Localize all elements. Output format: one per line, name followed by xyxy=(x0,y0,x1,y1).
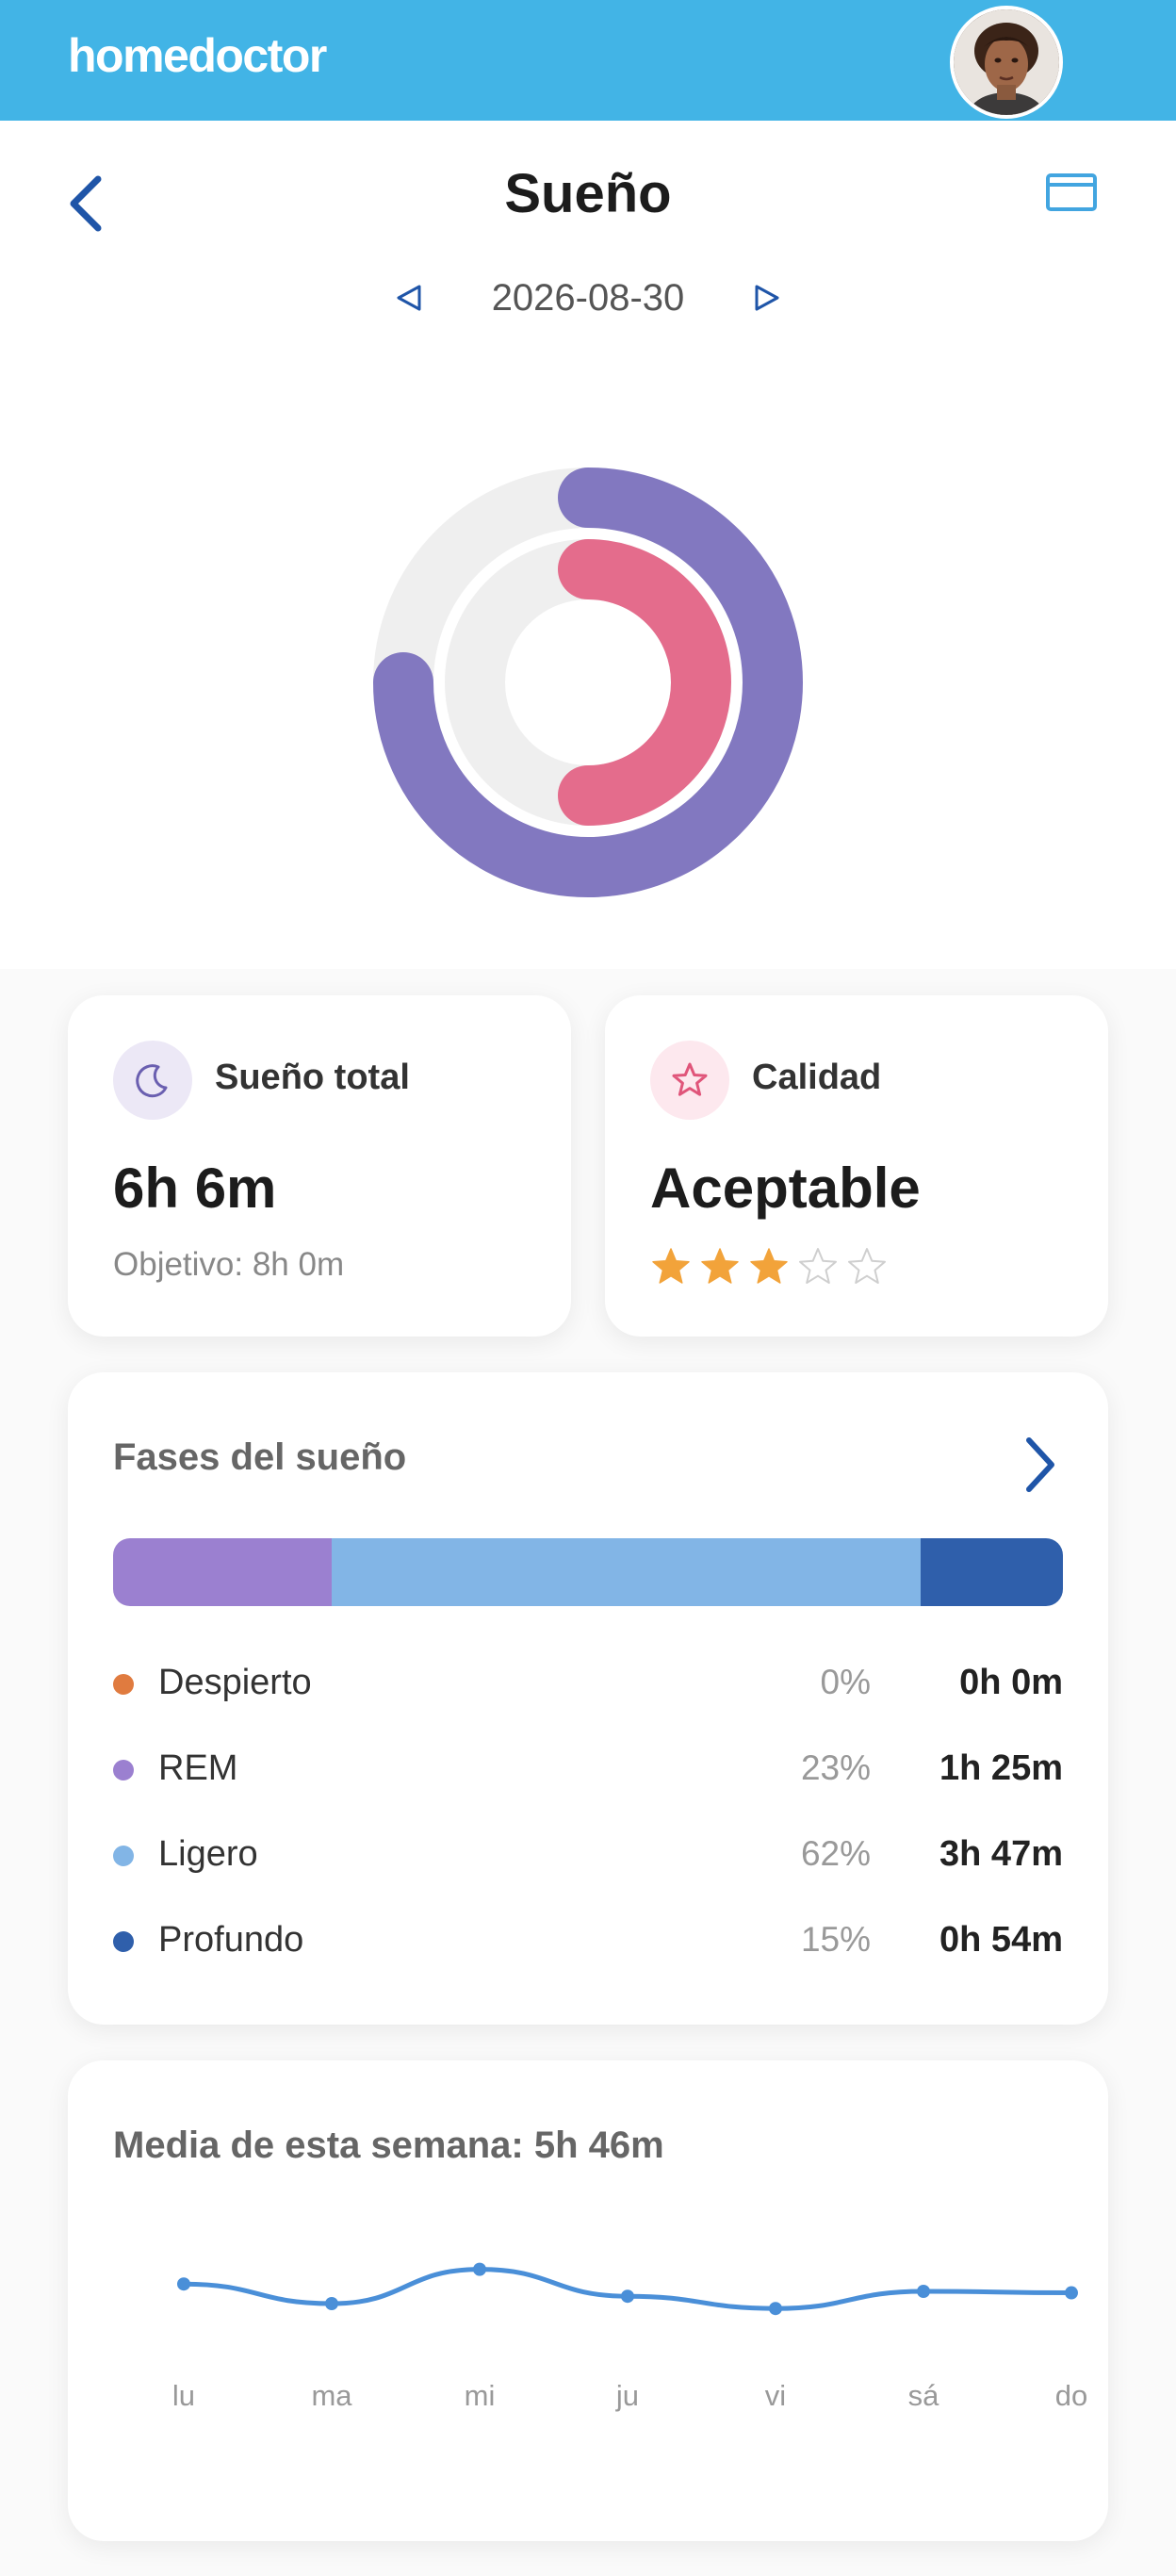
phase-duration: 0h 0m xyxy=(959,1663,1063,1702)
phase-row: Despierto 0% 0h 0m xyxy=(113,1657,1063,1710)
phase-row: Ligero 62% 3h 47m xyxy=(113,1829,1063,1881)
total-sleep-label: Sueño total xyxy=(215,1058,410,1097)
phase-percentage: 23% xyxy=(800,1748,871,1787)
star-icon xyxy=(672,1062,708,1096)
triangle-left-icon xyxy=(397,285,421,311)
day-label: ju xyxy=(615,2379,640,2412)
phase-row: REM 23% 1h 25m xyxy=(113,1743,1063,1796)
phase-segment-rem xyxy=(113,1538,332,1606)
phase-percentage: 62% xyxy=(800,1834,871,1873)
phase-name: Profundo xyxy=(158,1920,304,1960)
total-sleep-card[interactable]: Sueño total 6h 6m Objetivo: 8h 0m xyxy=(68,995,571,1337)
day-label: ma xyxy=(311,2379,352,2412)
star-icon-badge xyxy=(650,1041,729,1120)
phase-percentage: 0% xyxy=(820,1663,871,1701)
phase-name: Ligero xyxy=(158,1834,258,1874)
page-title: Sueño xyxy=(504,163,672,224)
phases-detail-button[interactable] xyxy=(1014,1427,1067,1502)
phase-distribution-bar xyxy=(113,1538,1063,1606)
quality-label: Calidad xyxy=(752,1058,882,1097)
date-navigator: 2026-08-30 xyxy=(0,271,1176,324)
sleep-goal: Objetivo: 8h 0m xyxy=(113,1246,345,1283)
phase-duration: 0h 54m xyxy=(939,1920,1063,1960)
phases-title: Fases del sueño xyxy=(113,1436,407,1478)
current-date[interactable]: 2026-08-30 xyxy=(437,277,739,320)
sleep-phases-card: Fases del sueño Despierto 0% 0h 0m REM 2… xyxy=(68,1372,1108,2025)
total-sleep-value: 6h 6m xyxy=(113,1157,277,1220)
user-avatar[interactable] xyxy=(950,6,1063,119)
phase-color-dot xyxy=(113,1674,134,1695)
star-empty-icon xyxy=(799,1248,837,1284)
triangle-right-icon xyxy=(755,285,779,311)
star-filled-icon xyxy=(652,1248,690,1284)
app-logo[interactable]: homedoctor xyxy=(68,28,327,83)
phase-segment-profundo xyxy=(920,1538,1063,1606)
weekly-sleep-point-ju[interactable] xyxy=(621,2289,634,2304)
day-label: do xyxy=(1054,2379,1088,2412)
day-label: lu xyxy=(172,2379,196,2412)
phase-percentage: 15% xyxy=(800,1920,871,1959)
day-label: mi xyxy=(464,2379,496,2412)
sleep-progress-rings xyxy=(373,468,803,897)
quality-value: Aceptable xyxy=(650,1157,921,1220)
phase-name: Despierto xyxy=(158,1663,312,1702)
phase-segment-ligero xyxy=(331,1538,921,1606)
weekly-sleep-point-lu[interactable] xyxy=(177,2277,190,2291)
quality-card[interactable]: Calidad Aceptable xyxy=(605,995,1108,1337)
star-empty-icon xyxy=(848,1248,886,1284)
phase-color-dot xyxy=(113,1846,134,1866)
chevron-right-icon xyxy=(1026,1437,1054,1492)
phase-name: REM xyxy=(158,1748,238,1788)
weekly-sleep-point-vi[interactable] xyxy=(769,2302,782,2316)
weekly-average-card: Media de esta semana: 5h 46m lu ma mi ju… xyxy=(68,2060,1108,2541)
day-label: sá xyxy=(907,2379,939,2412)
phase-row: Profundo 15% 0h 54m xyxy=(113,1914,1063,1967)
weekly-sleep-point-sá[interactable] xyxy=(917,2285,930,2298)
moon-icon xyxy=(136,1064,168,1098)
previous-date-button[interactable] xyxy=(381,271,437,324)
weekly-average-title: Media de esta semana: 5h 46m xyxy=(113,2125,664,2166)
day-label: vi xyxy=(764,2379,787,2412)
phase-color-dot xyxy=(113,1760,134,1780)
star-filled-icon xyxy=(750,1248,788,1284)
phase-duration: 3h 47m xyxy=(939,1834,1063,1874)
quality-star-rating xyxy=(650,1246,888,1288)
weekly-sleep-point-ma[interactable] xyxy=(325,2297,338,2310)
next-date-button[interactable] xyxy=(739,271,795,324)
weekly-sleep-line-chart xyxy=(177,2262,1078,2316)
phase-color-dot xyxy=(113,1931,134,1952)
calendar-icon xyxy=(1046,173,1097,211)
calendar-button[interactable] xyxy=(1037,166,1104,226)
weekly-sleep-point-mi[interactable] xyxy=(473,2262,486,2276)
top-bar: homedoctor xyxy=(0,0,1176,121)
phase-duration: 1h 25m xyxy=(939,1748,1063,1788)
weekly-sleep-point-do[interactable] xyxy=(1065,2286,1078,2300)
inner-ring-progress xyxy=(558,539,731,826)
moon-icon-badge xyxy=(113,1041,192,1120)
star-filled-icon xyxy=(701,1248,739,1284)
